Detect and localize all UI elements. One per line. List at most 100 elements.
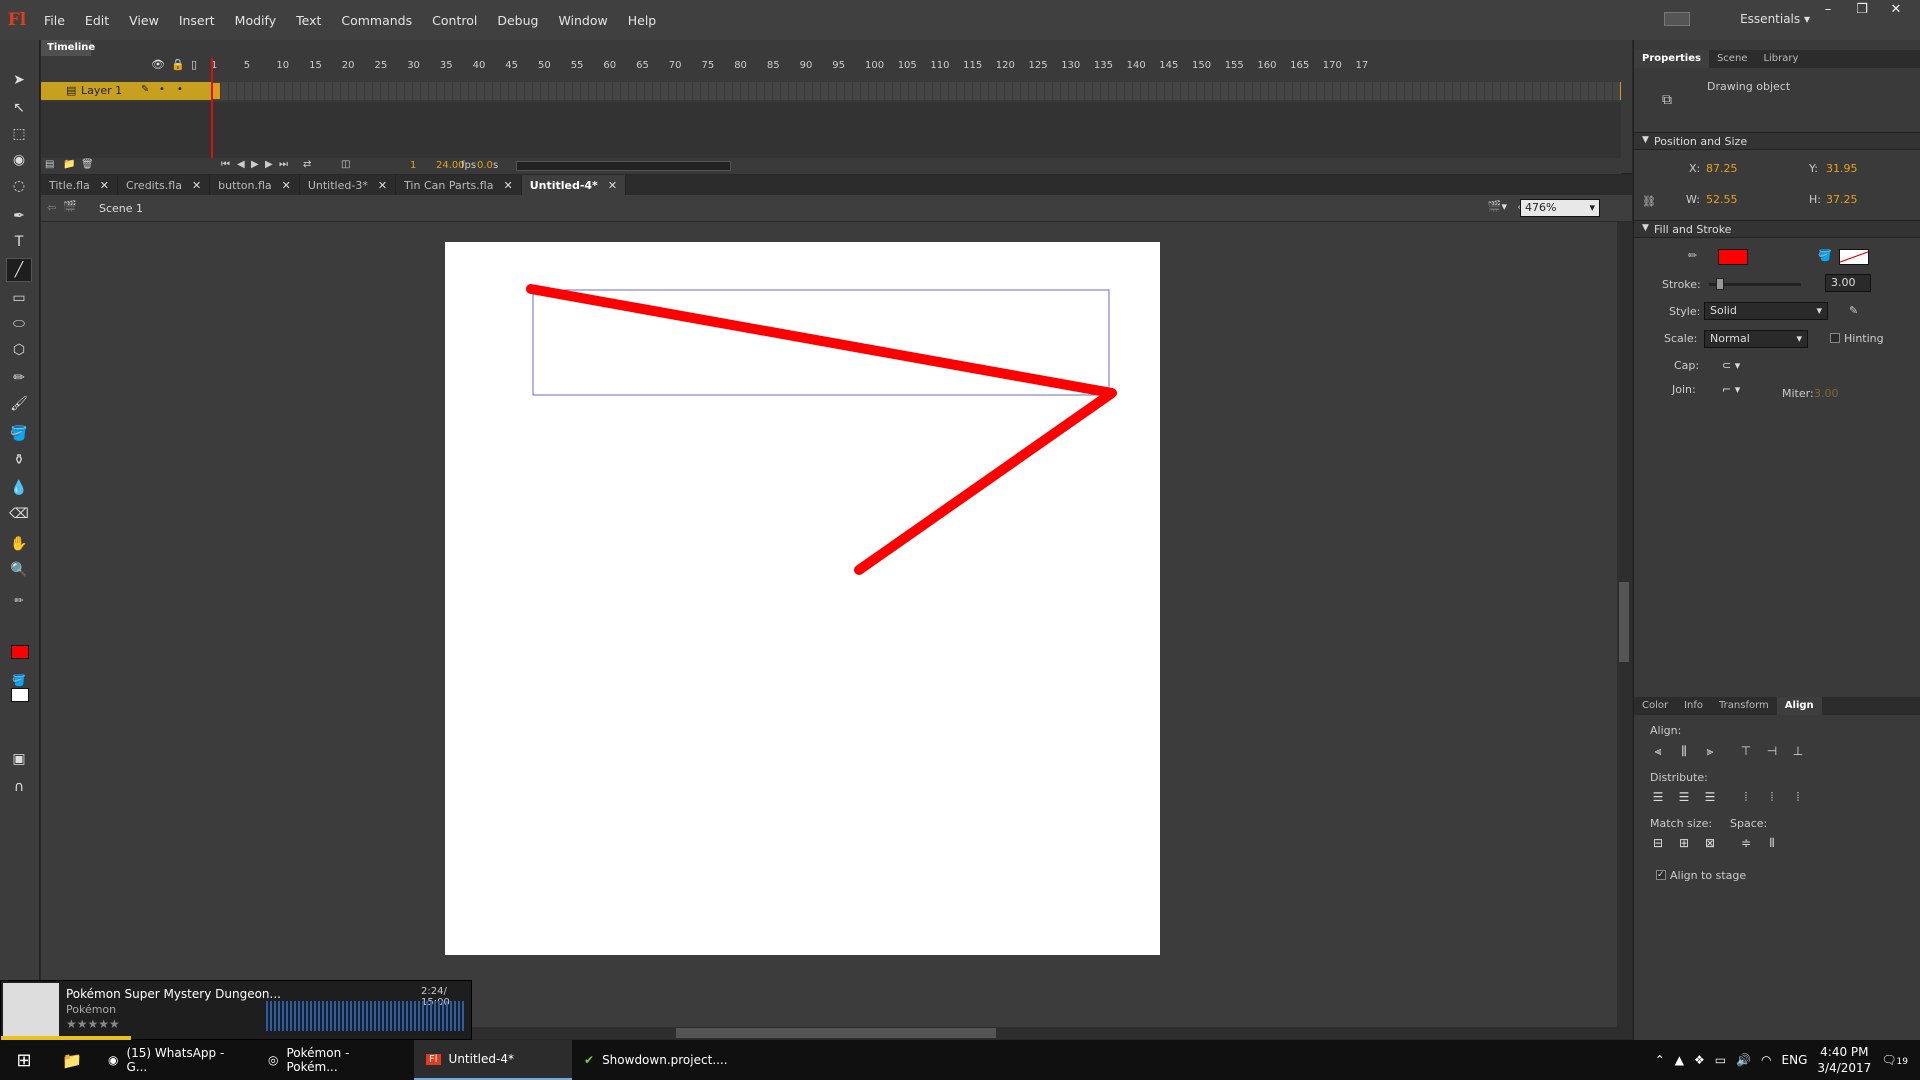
3d-rotation-tool-icon[interactable]: ◉: [6, 148, 32, 172]
selection-tool-icon[interactable]: ➤: [6, 68, 32, 92]
close-button[interactable]: ✕: [1879, 0, 1913, 18]
go-to-first-icon[interactable]: ⏮: [221, 159, 230, 170]
google-drive-icon[interactable]: ▲: [1675, 1053, 1684, 1067]
close-tab-icon[interactable]: ✕: [100, 179, 109, 192]
position-size-header[interactable]: Position and Size: [1634, 132, 1920, 150]
line-tool-icon[interactable]: ╱: [6, 258, 32, 282]
hscroll-thumb[interactable]: [676, 1028, 996, 1038]
stroke-slider-thumb[interactable]: [1716, 278, 1724, 290]
fill-color-swatch-none[interactable]: [1839, 249, 1869, 265]
back-arrow-icon[interactable]: ⇦: [47, 201, 56, 214]
distribute-bottom-icon[interactable]: ☰: [1702, 790, 1718, 806]
menu-debug[interactable]: Debug: [487, 13, 548, 28]
paint-bucket-tool-icon[interactable]: 🪣: [6, 422, 32, 446]
align-bottom-icon[interactable]: ⊥: [1790, 744, 1806, 760]
loop-icon[interactable]: ⇄: [303, 159, 311, 170]
stage[interactable]: [445, 242, 1160, 955]
fill-stroke-header[interactable]: Fill and Stroke: [1634, 220, 1920, 238]
workspace-switcher[interactable]: Essentials ▾: [1740, 12, 1810, 26]
free-transform-tool-icon[interactable]: ⬚: [6, 122, 32, 146]
eyedropper-tool-icon[interactable]: 💧: [6, 476, 32, 500]
play-icon[interactable]: ▶: [251, 159, 259, 170]
pencil-tool-icon[interactable]: ✏: [6, 366, 32, 390]
notification-center-icon[interactable]: 🗨19: [1881, 1053, 1908, 1067]
join-round-icon[interactable]: ⌐ ▾: [1722, 383, 1740, 396]
delete-layer-icon[interactable]: 🗑: [81, 159, 94, 170]
snap-to-objects-icon[interactable]: ∩: [6, 775, 32, 799]
step-forward-icon[interactable]: ▶: [265, 159, 273, 170]
chevron-up-icon[interactable]: ⌃: [1655, 1053, 1665, 1067]
subselection-tool-icon[interactable]: ↖: [6, 96, 32, 120]
go-to-last-icon[interactable]: ⏭: [279, 159, 288, 170]
menu-window[interactable]: Window: [548, 13, 617, 28]
edit-stroke-style-icon[interactable]: ✎: [1849, 304, 1858, 317]
minimize-button[interactable]: –: [1811, 0, 1845, 18]
stroke-input[interactable]: 3.00: [1825, 274, 1871, 292]
timeline-frames-area[interactable]: [41, 102, 1621, 158]
taskbar-pokemon[interactable]: ◎ Pokémon - Pokém...: [256, 1040, 414, 1080]
rectangle-tool-icon[interactable]: ▭: [6, 286, 32, 310]
speaker-icon[interactable]: 🔊: [1736, 1053, 1751, 1067]
frame-ruler[interactable]: 1 5 10 15 20 25 30 35 40 45 50 55 60 65 70 75 80 85 90 95 10…: [211, 58, 1620, 74]
object-drawing-icon[interactable]: ▣: [6, 747, 32, 771]
lock-icon[interactable]: 🔒: [171, 58, 185, 71]
h-value[interactable]: 37.25: [1826, 193, 1858, 206]
doc-tab[interactable]: Untitled-3* ✕: [300, 175, 397, 195]
distribute-hcenter-icon[interactable]: ⦙: [1764, 790, 1780, 806]
windows-start-icon[interactable]: ⊞: [0, 1040, 48, 1080]
text-tool-icon[interactable]: T: [6, 230, 32, 254]
restore-button[interactable]: ❐: [1845, 0, 1879, 18]
align-to-stage-checkbox[interactable]: ✓: [1656, 870, 1666, 880]
lasso-tool-icon[interactable]: ◌: [6, 174, 32, 198]
language-indicator[interactable]: ENG: [1782, 1053, 1808, 1067]
menu-edit[interactable]: Edit: [75, 13, 119, 28]
zoom-tool-icon[interactable]: 🔍: [6, 558, 32, 582]
outline-icon[interactable]: ▯: [191, 58, 197, 71]
fill-color-swatch[interactable]: [11, 688, 29, 702]
timeline-tab[interactable]: Timeline: [41, 40, 95, 56]
current-frame[interactable]: 1: [410, 160, 416, 171]
doc-tab[interactable]: Untitled-4* ✕: [521, 175, 627, 195]
frame-cells[interactable]: [213, 82, 1620, 100]
doc-tab[interactable]: Title.fla ✕: [41, 175, 118, 195]
space-horizontal-icon[interactable]: ⫴: [1764, 836, 1780, 852]
vscroll-thumb[interactable]: [1619, 582, 1629, 662]
hinting-checkbox[interactable]: [1830, 333, 1840, 343]
tab-properties[interactable]: Properties: [1634, 50, 1709, 68]
scale-select[interactable]: Normal ▾: [1704, 330, 1808, 348]
distribute-right-icon[interactable]: ⦙: [1790, 790, 1806, 806]
edit-scene-icon[interactable]: 🎬▾: [1488, 200, 1507, 213]
match-both-icon[interactable]: ⊠: [1702, 836, 1718, 852]
tab-color[interactable]: Color: [1634, 697, 1676, 715]
clock[interactable]: 4:40 PM 3/4/2017: [1817, 1044, 1871, 1076]
file-explorer-icon[interactable]: 📁: [48, 1040, 96, 1080]
x-value[interactable]: 87.25: [1706, 162, 1738, 175]
layer-visible-dot[interactable]: •: [159, 84, 165, 95]
menu-commands[interactable]: Commands: [331, 13, 422, 28]
close-tab-icon[interactable]: ✕: [378, 179, 387, 192]
menu-file[interactable]: File: [34, 13, 75, 28]
link-icon[interactable]: ⛓: [1642, 195, 1656, 208]
doc-tab[interactable]: Tin Can Parts.fla ✕: [396, 175, 522, 195]
playhead[interactable]: [211, 58, 219, 158]
y-value[interactable]: 31.95: [1826, 162, 1858, 175]
oval-tool-icon[interactable]: ⬭: [6, 312, 32, 336]
dropbox-icon[interactable]: ❖: [1694, 1053, 1705, 1067]
menu-insert[interactable]: Insert: [169, 13, 225, 28]
layer-lock-dot[interactable]: •: [177, 84, 183, 95]
collapse-arrow-icon[interactable]: ▼: [1642, 135, 1649, 145]
align-left-icon[interactable]: ⫷: [1650, 744, 1666, 760]
brush-tool-icon[interactable]: 🖌: [6, 392, 32, 416]
polystar-tool-icon[interactable]: ⬡: [6, 338, 32, 362]
ink-bottle-tool-icon[interactable]: ⚱: [6, 448, 32, 472]
doc-tab[interactable]: button.fla ✕: [210, 175, 300, 195]
rating-stars[interactable]: ★★★★★: [66, 1017, 120, 1031]
media-player-widget[interactable]: Pokémon Super Mystery Dungeon... Pokémon…: [0, 980, 472, 1040]
elapsed-time[interactable]: 0.0: [477, 160, 493, 171]
eye-icon[interactable]: 👁: [151, 58, 165, 71]
onion-skin-icon[interactable]: ◫: [341, 159, 350, 170]
close-tab-icon[interactable]: ✕: [282, 179, 291, 192]
match-width-icon[interactable]: ⊟: [1650, 836, 1666, 852]
stroke-color-swatch[interactable]: [1718, 249, 1748, 265]
sync-settings-icon[interactable]: [1664, 12, 1690, 26]
